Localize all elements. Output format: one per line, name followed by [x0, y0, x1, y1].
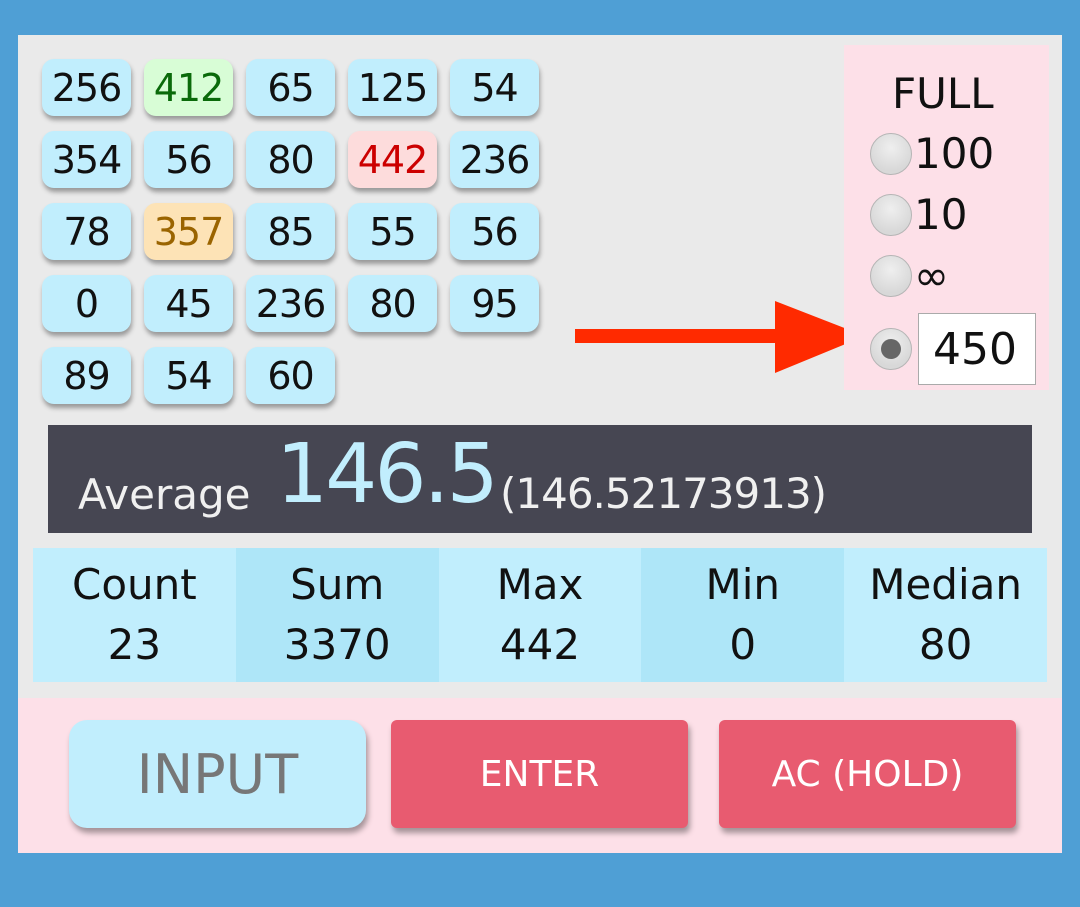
- average-display: Average 146.5 (146.52173913): [48, 425, 1032, 533]
- stat-value: 3370: [283, 620, 391, 669]
- radio-option-10[interactable]: 10: [870, 194, 967, 236]
- radio-label: 100: [914, 129, 995, 178]
- radio-dot-icon: [881, 339, 901, 359]
- value-cell[interactable]: 236: [246, 275, 335, 332]
- stat-min: Min 0: [641, 548, 845, 682]
- stat-sum: Sum 3370: [235, 548, 439, 682]
- stat-value: 80: [918, 620, 973, 669]
- value-cell[interactable]: 442: [348, 131, 437, 188]
- radio-button[interactable]: [870, 255, 912, 297]
- custom-limit-input[interactable]: [918, 313, 1036, 385]
- radio-label: ∞: [914, 251, 949, 300]
- value-cell[interactable]: 125: [348, 59, 437, 116]
- stat-median: Median 80: [844, 548, 1047, 682]
- stat-value: 442: [499, 620, 581, 669]
- full-title: FULL: [892, 69, 994, 118]
- radio-option-100[interactable]: 100: [870, 133, 994, 175]
- radio-button-selected[interactable]: [870, 328, 912, 370]
- clear-all-button[interactable]: AC (HOLD): [719, 720, 1016, 828]
- button-bar: INPUT ENTER AC (HOLD): [18, 698, 1062, 853]
- value-cell[interactable]: 55: [348, 203, 437, 260]
- value-cell[interactable]: 95: [450, 275, 539, 332]
- value-cell[interactable]: 56: [450, 203, 539, 260]
- stats-row: Count 23 Sum 3370 Max 442 Min 0 Median 8…: [33, 548, 1047, 682]
- value-cell[interactable]: 357: [144, 203, 233, 260]
- input-button[interactable]: INPUT: [69, 720, 366, 828]
- value-cell[interactable]: 80: [348, 275, 437, 332]
- value-cell[interactable]: 80: [246, 131, 335, 188]
- stat-value: 23: [107, 620, 162, 669]
- value-cell[interactable]: 85: [246, 203, 335, 260]
- value-cell[interactable]: 56: [144, 131, 233, 188]
- stat-value: 0: [729, 620, 757, 669]
- full-limit-panel: FULL 100 10 ∞: [844, 45, 1049, 390]
- average-full-value: (146.52173913): [500, 469, 827, 518]
- stat-label: Min: [705, 560, 781, 609]
- stat-count: Count 23: [33, 548, 236, 682]
- value-cell[interactable]: 78: [42, 203, 131, 260]
- stat-label: Max: [496, 560, 584, 609]
- calculator-panel: 256 412 65 125 54 354 56 80 442 236 78 357 85 55 56 0 45…: [18, 35, 1062, 853]
- arrow-annotation-icon: [575, 301, 865, 373]
- stat-label: Sum: [290, 560, 385, 609]
- value-cell[interactable]: 60: [246, 347, 335, 404]
- radio-label: 10: [914, 190, 968, 239]
- radio-option-custom[interactable]: [870, 313, 1036, 385]
- average-value: 146.5: [276, 427, 499, 522]
- value-cell[interactable]: 412: [144, 59, 233, 116]
- value-cell[interactable]: 236: [450, 131, 539, 188]
- value-cell[interactable]: 54: [144, 347, 233, 404]
- radio-button[interactable]: [870, 133, 912, 175]
- stat-label: Median: [869, 560, 1022, 609]
- value-cell[interactable]: 45: [144, 275, 233, 332]
- value-cell[interactable]: 256: [42, 59, 131, 116]
- value-cell[interactable]: 354: [42, 131, 131, 188]
- value-cell[interactable]: 54: [450, 59, 539, 116]
- value-cell[interactable]: 65: [246, 59, 335, 116]
- radio-button[interactable]: [870, 194, 912, 236]
- radio-option-infinity[interactable]: ∞: [870, 255, 949, 297]
- average-label: Average: [78, 470, 251, 519]
- stat-max: Max 442: [438, 548, 642, 682]
- value-cell[interactable]: 89: [42, 347, 131, 404]
- stat-label: Count: [72, 560, 197, 609]
- enter-button[interactable]: ENTER: [391, 720, 688, 828]
- value-cell[interactable]: 0: [42, 275, 131, 332]
